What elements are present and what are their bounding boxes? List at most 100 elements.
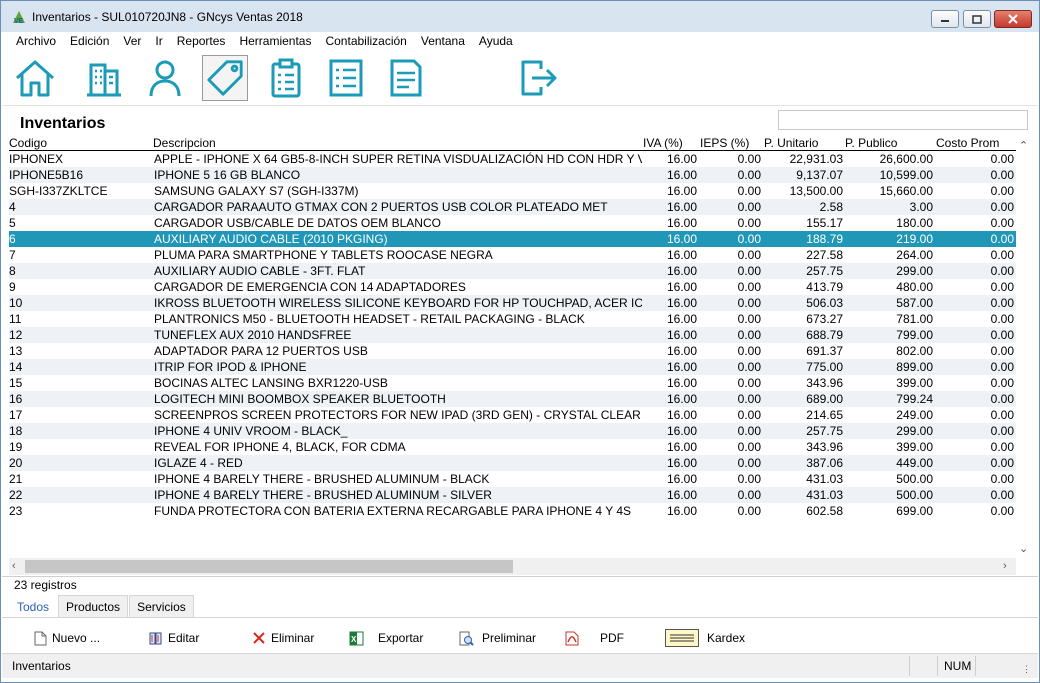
cell-costo-prom: 0.00: [990, 504, 1014, 518]
cell-p-unitario: 214.65: [806, 408, 843, 422]
col-ieps[interactable]: IEPS (%): [700, 136, 760, 151]
table-row[interactable]: IPHONE5B16 IPHONE 5 16 GB BLANCO 16.00 0.00…: [9, 167, 1016, 183]
company-button[interactable]: [81, 55, 127, 101]
scroll-right-icon[interactable]: ›: [1003, 559, 1007, 573]
nuevo-button[interactable]: Nuevo ...: [32, 629, 100, 647]
list-button[interactable]: [323, 55, 369, 101]
table-row[interactable]: 6 AUXILIARY AUDIO CABLE (2010 PKGING) 16.0…: [9, 231, 1016, 247]
status-bar: Inventarios NUM ⋮: [2, 653, 1038, 678]
svg-text:X: X: [351, 635, 357, 644]
menu-ir[interactable]: Ir: [148, 32, 169, 51]
menu-ver[interactable]: Ver: [116, 32, 148, 51]
table-row[interactable]: SGH-I337ZKLTCE SAMSUNG GALAXY S7 (SGH-I33…: [9, 183, 1016, 199]
cell-codigo: 16: [9, 392, 23, 406]
inventory-button[interactable]: [202, 55, 248, 101]
horizontal-scroll-thumb[interactable]: [25, 560, 513, 573]
table-row[interactable]: 18 IPHONE 4 UNIV VROOM - BLACK_ 16.00 0.00 2…: [9, 423, 1016, 439]
col-descripcion[interactable]: Descripcion: [153, 136, 641, 151]
cell-costo-prom: 0.00: [990, 440, 1014, 454]
preliminar-button[interactable]: Preliminar: [458, 629, 536, 647]
table-row[interactable]: 12 TUNEFLEX AUX 2010 HANDSFREE 16.00 0.00 68…: [9, 327, 1016, 343]
table-row[interactable]: 21 IPHONE 4 BARELY THERE - BRUSHED ALUMIN…: [9, 471, 1016, 487]
cell-codigo: IPHONEX: [9, 152, 64, 166]
menu-edicion[interactable]: Edición: [63, 32, 116, 51]
kardex-button[interactable]: Kardex: [665, 629, 745, 647]
excel-icon: X: [348, 630, 364, 646]
cell-ieps: 0.00: [737, 424, 761, 438]
minimize-button[interactable]: [931, 10, 959, 28]
nuevo-label: Nuevo ...: [52, 631, 101, 645]
cell-p-unitario: 431.03: [806, 488, 843, 502]
maximize-button[interactable]: [963, 10, 991, 28]
home-button[interactable]: [12, 55, 58, 101]
exportar-button[interactable]: X Exportar: [348, 629, 423, 647]
table-row[interactable]: 15 BOCINAS ALTEC LANSING BXR1220-USB 16.00…: [9, 375, 1016, 391]
cell-p-publico: 299.00: [896, 264, 933, 278]
tab-todos[interactable]: Todos: [9, 595, 58, 617]
table-row[interactable]: 8 AUXILIARY AUDIO CABLE - 3FT. FLAT 16.00 0…: [9, 263, 1016, 279]
cell-descripcion: PLANTRONICS M50 - BLUETOOTH HEADSET - RE…: [154, 312, 585, 326]
menu-ayuda[interactable]: Ayuda: [472, 32, 520, 51]
cell-p-publico: 500.00: [896, 488, 933, 502]
col-codigo[interactable]: Codigo: [9, 136, 149, 151]
table-row[interactable]: 14 ITRIP FOR IPOD & IPHONE 16.00 0.00 775.00…: [9, 359, 1016, 375]
menu-reportes[interactable]: Reportes: [170, 32, 233, 51]
cell-codigo: 21: [9, 472, 23, 486]
col-costo-prom[interactable]: Costo Prom: [936, 136, 1016, 151]
table-row[interactable]: 7 PLUMA PARA SMARTPHONE Y TABLETS ROOCASE…: [9, 247, 1016, 263]
scroll-left-icon[interactable]: ‹: [12, 559, 16, 573]
cell-codigo: 14: [9, 360, 23, 374]
menu-ventana[interactable]: Ventana: [414, 32, 472, 51]
tab-productos[interactable]: Productos: [58, 595, 129, 617]
pdf-button[interactable]: PDF: [564, 629, 624, 647]
vertical-scrollbar[interactable]: ⌃ ⌄: [1016, 136, 1031, 558]
tab-servicios[interactable]: Servicios: [129, 595, 194, 617]
menu-contabilizacion[interactable]: Contabilización: [318, 32, 413, 51]
customers-button[interactable]: [142, 55, 188, 101]
svg-text:VE: VE: [14, 18, 24, 25]
title-bar[interactable]: VE Inventarios - SUL010720JN8 - GNcys Ve…: [1, 1, 1039, 32]
table-row[interactable]: 11 PLANTRONICS M50 - BLUETOOTH HEADSET - …: [9, 311, 1016, 327]
table-row[interactable]: 9 CARGADOR DE EMERGENCIA CON 14 ADAPTADOR…: [9, 279, 1016, 295]
search-input[interactable]: [778, 110, 1028, 130]
col-p-unitario[interactable]: P. Unitario: [764, 136, 844, 151]
table-row[interactable]: 17 SCREENPROS SCREEN PROTECTORS FOR NEW I…: [9, 407, 1016, 423]
scroll-up-icon[interactable]: ⌃: [1019, 139, 1028, 153]
table-row[interactable]: 4 CARGADOR PARAAUTO GTMAX CON 2 PUERTOS U…: [9, 199, 1016, 215]
cell-p-unitario: 343.96: [806, 376, 843, 390]
cell-p-unitario: 2.58: [819, 200, 843, 214]
cell-p-publico: 299.00: [896, 424, 933, 438]
cell-ieps: 0.00: [737, 280, 761, 294]
eliminar-button[interactable]: Eliminar: [251, 629, 314, 647]
cell-p-publico: 399.00: [896, 440, 933, 454]
resize-grip-icon[interactable]: ⋮: [1022, 662, 1031, 676]
table-row[interactable]: 23 FUNDA PROTECTORA CON BATERIA EXTERNA R…: [9, 503, 1016, 519]
reports-button[interactable]: [383, 55, 429, 101]
orders-button[interactable]: [263, 55, 309, 101]
editar-button[interactable]: Editar: [148, 629, 199, 647]
exit-button[interactable]: [515, 55, 561, 101]
table-row[interactable]: 5 CARGADOR USB/CABLE DE DATOS OEM BLANCO 1…: [9, 215, 1016, 231]
cell-p-unitario: 343.96: [806, 440, 843, 454]
scroll-down-icon[interactable]: ⌄: [1019, 542, 1028, 556]
table-row[interactable]: 20 IGLAZE 4 - RED 16.00 0.00 387.06 449.00 0.0…: [9, 455, 1016, 471]
col-iva[interactable]: IVA (%): [643, 136, 699, 151]
menu-herramientas[interactable]: Herramientas: [232, 32, 318, 51]
table-row[interactable]: 22 IPHONE 4 BARELY THERE - BRUSHED ALUMIN…: [9, 487, 1016, 503]
cell-p-publico: 587.00: [896, 296, 933, 310]
table-row[interactable]: IPHONEX APPLE - IPHONE X 64 GB5-8-INCH SU…: [9, 151, 1016, 167]
close-button[interactable]: [994, 10, 1032, 28]
cell-codigo: 13: [9, 344, 23, 358]
table-row[interactable]: 16 LOGITECH MINI BOOMBOX SPEAKER BLUETOOT…: [9, 391, 1016, 407]
cell-p-unitario: 13,500.00: [789, 184, 843, 198]
table-row[interactable]: 13 ADAPTADOR PARA 12 PUERTOS USB 16.00 0.00…: [9, 343, 1016, 359]
table-row[interactable]: 19 REVEAL FOR IPHONE 4, BLACK, FOR CDMA 16…: [9, 439, 1016, 455]
eliminar-label: Eliminar: [271, 631, 315, 645]
horizontal-scrollbar[interactable]: ‹ ›: [9, 558, 1016, 575]
cell-p-unitario: 9,137.07: [796, 168, 843, 182]
menu-archivo[interactable]: Archivo: [2, 32, 63, 51]
cell-costo-prom: 0.00: [990, 392, 1014, 406]
table-row[interactable]: 10 IKROSS BLUETOOTH WIRELESS SILICONE KEY…: [9, 295, 1016, 311]
col-p-publico[interactable]: P. Publico: [845, 136, 935, 151]
cell-costo-prom: 0.00: [990, 408, 1014, 422]
